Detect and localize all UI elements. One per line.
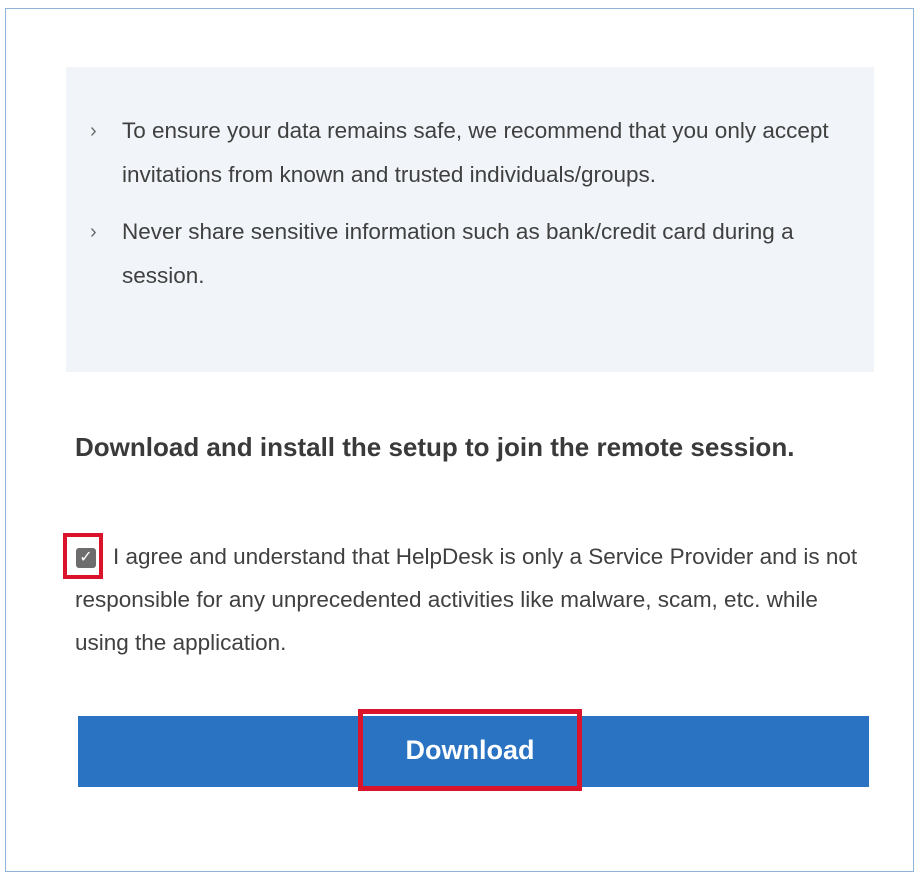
tip-item: › Never share sensitive information such… [88, 210, 834, 298]
agreement-checkbox[interactable]: ✓ [63, 533, 103, 579]
agreement-text: I agree and understand that HelpDesk is … [75, 544, 858, 655]
safety-tips-panel: › To ensure your data remains safe, we r… [66, 67, 874, 372]
chevron-right-icon: › [90, 120, 97, 142]
section-heading: Download and install the setup to join t… [75, 432, 795, 462]
checkmark-icon: ✓ [76, 548, 96, 568]
tip-text: Never share sensitive information such a… [122, 219, 794, 288]
tip-text: To ensure your data remains safe, we rec… [122, 118, 829, 187]
chevron-right-icon: › [90, 221, 97, 243]
download-button-label[interactable]: Download [358, 709, 582, 791]
tip-item: › To ensure your data remains safe, we r… [88, 109, 834, 197]
